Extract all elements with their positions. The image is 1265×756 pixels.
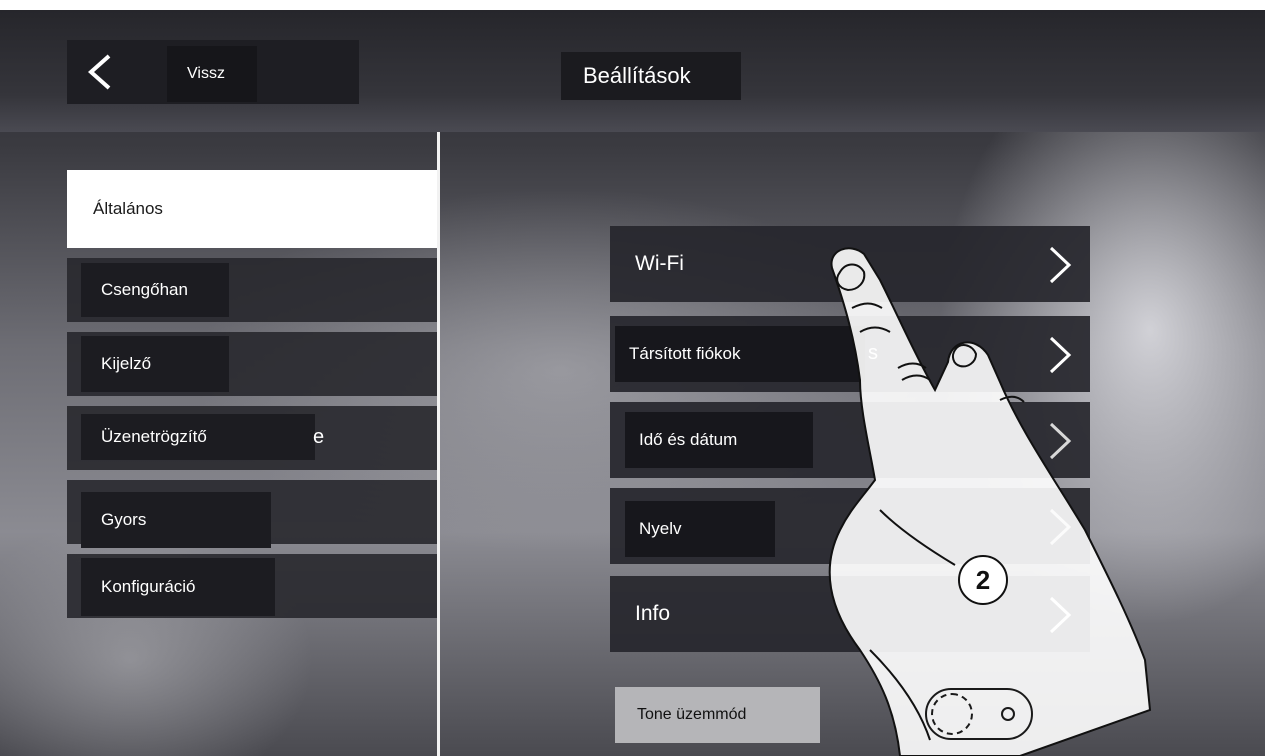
toggle-knob bbox=[931, 693, 973, 735]
menu-item-label: Wi-Fi bbox=[635, 252, 684, 275]
chevron-right-icon bbox=[1049, 596, 1072, 634]
chevron-right-icon bbox=[1049, 246, 1072, 284]
sidebar-item-answering-machine[interactable]: Üzenetrögzítő e bbox=[67, 406, 437, 470]
page-title: Beállítások bbox=[561, 52, 741, 100]
sidebar-item-label: Konfiguráció bbox=[81, 558, 275, 616]
back-button[interactable]: Vissz bbox=[67, 40, 359, 104]
chevron-right-icon bbox=[1049, 336, 1072, 374]
step-number-badge: 2 bbox=[958, 555, 1008, 605]
sidebar-item-label: Üzenetrögzítő bbox=[81, 414, 315, 460]
menu-item-time-date[interactable]: Idő és dátum bbox=[610, 402, 1090, 478]
menu-item-language[interactable]: Nyelv bbox=[610, 488, 1090, 564]
tone-mode-toggle[interactable] bbox=[925, 688, 1033, 740]
tone-mode-label: Tone üzemmód bbox=[615, 687, 820, 743]
back-button-label: Vissz bbox=[167, 46, 257, 102]
sidebar-item-quick[interactable]: Gyors bbox=[67, 480, 437, 548]
sidebar-item-display[interactable]: Kijelző bbox=[67, 332, 437, 396]
sidebar-item-label: Gyors bbox=[81, 492, 271, 548]
sidebar-item-ringtone[interactable]: Csengőhan bbox=[67, 258, 437, 322]
chevron-right-icon bbox=[1049, 422, 1072, 460]
menu-item-label: Társított fiókok bbox=[615, 326, 865, 382]
toggle-off-indicator-icon bbox=[1001, 707, 1015, 721]
menu-item-label: Idő és dátum bbox=[625, 412, 813, 468]
chevron-left-icon bbox=[87, 54, 111, 90]
menu-item-label: Nyelv bbox=[625, 501, 775, 557]
menu-item-trailing-text: s bbox=[868, 342, 878, 364]
sidebar-item-label: Kijelző bbox=[81, 336, 229, 392]
menu-item-wifi[interactable]: Wi-Fi bbox=[610, 226, 1090, 302]
sidebar-item-configuration[interactable]: Konfiguráció bbox=[67, 554, 437, 618]
sidebar-item-label: Csengőhan bbox=[81, 263, 229, 317]
top-bar: Vissz Beállítások bbox=[0, 10, 1265, 132]
sidebar-item-general[interactable]: Általános bbox=[67, 170, 437, 248]
sidebar-item-trailing-text: e bbox=[313, 426, 325, 448]
vertical-divider bbox=[437, 132, 440, 756]
menu-item-info[interactable]: Info bbox=[610, 576, 1090, 652]
sidebar-item-label: Általános bbox=[93, 199, 163, 218]
menu-item-linked-accounts[interactable]: Társított fiókok s bbox=[610, 316, 1090, 392]
chevron-right-icon bbox=[1049, 508, 1072, 546]
settings-screen: Vissz Beállítások Általános Csengőhan Ki… bbox=[0, 10, 1265, 756]
menu-item-label: Info bbox=[635, 602, 671, 625]
